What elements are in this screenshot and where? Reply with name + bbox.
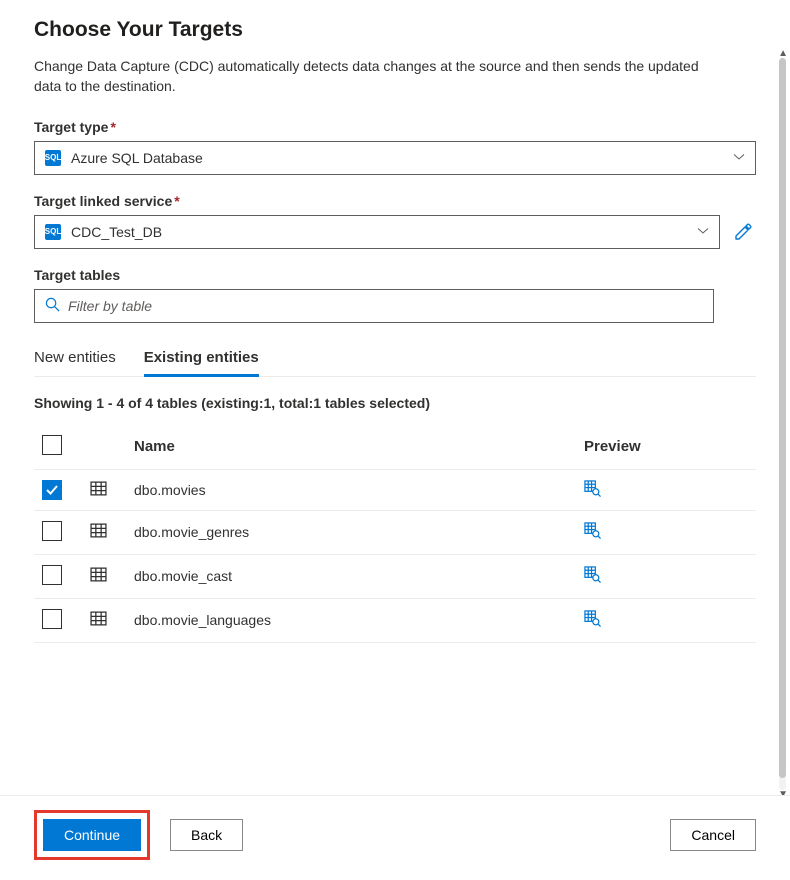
target-type-label: Target type* [34,119,756,135]
row-checkbox[interactable] [42,521,62,541]
search-icon [45,297,60,315]
entity-tabs: New entities Existing entities [34,341,756,377]
chevron-down-icon [733,150,745,166]
cancel-button[interactable]: Cancel [670,819,756,851]
filter-input[interactable] [68,298,703,314]
preview-button[interactable] [584,484,601,500]
edit-linked-service-button[interactable] [730,219,756,245]
table-icon [90,526,107,542]
row-checkbox[interactable] [42,480,62,500]
chevron-down-icon [697,224,709,240]
page-description: Change Data Capture (CDC) automatically … [34,56,724,97]
column-header-name[interactable]: Name [126,425,576,470]
filter-box[interactable] [34,289,714,323]
target-type-select[interactable]: SQL Azure SQL Database [34,141,756,175]
preview-button[interactable] [584,570,601,586]
linked-service-label: Target linked service* [34,193,756,209]
column-header-preview[interactable]: Preview [576,425,756,470]
table-row: dbo.movie_cast [34,554,756,598]
preview-button[interactable] [584,614,601,630]
target-type-value: Azure SQL Database [71,150,203,166]
continue-button[interactable]: Continue [43,819,141,851]
highlight-outline: Continue [34,810,150,860]
row-name: dbo.movie_languages [126,598,576,642]
sql-icon: SQL [45,150,61,166]
scrollbar-thumb[interactable] [779,58,786,778]
table-row: dbo.movie_languages [34,598,756,642]
sql-icon: SQL [45,224,61,240]
tab-new-entities[interactable]: New entities [34,341,116,376]
row-name: dbo.movie_genres [126,510,576,554]
row-name: dbo.movie_cast [126,554,576,598]
table-row: dbo.movie_genres [34,510,756,554]
select-all-checkbox[interactable] [42,435,62,455]
table-row: dbo.movies [34,469,756,510]
linked-service-value: CDC_Test_DB [71,224,162,240]
table-icon [90,570,107,586]
dialog-footer: Continue Back Cancel [0,795,790,880]
pencil-icon [734,223,752,241]
row-checkbox[interactable] [42,565,62,585]
target-tables-label: Target tables [34,267,756,283]
tables-grid: Name Preview dbo.moviesdbo.movie_genresd… [34,425,756,643]
table-summary: Showing 1 - 4 of 4 tables (existing:1, t… [34,395,756,411]
row-name: dbo.movies [126,469,576,510]
page-title: Choose Your Targets [34,18,756,42]
linked-service-select[interactable]: SQL CDC_Test_DB [34,215,720,249]
row-checkbox[interactable] [42,609,62,629]
preview-button[interactable] [584,526,601,542]
table-icon [90,614,107,630]
table-icon [90,484,107,500]
back-button[interactable]: Back [170,819,243,851]
tab-existing-entities[interactable]: Existing entities [144,341,259,376]
